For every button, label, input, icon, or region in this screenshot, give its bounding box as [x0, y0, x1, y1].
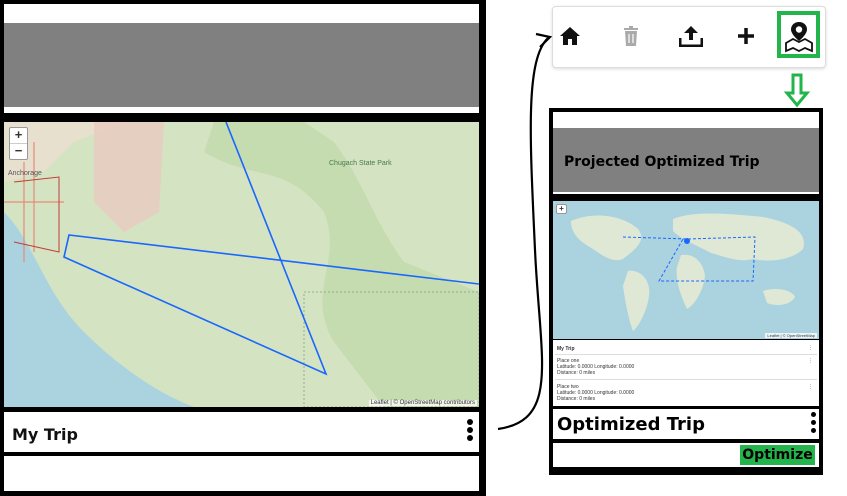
list-header-menu-icon[interactable]: ⋮ — [808, 345, 813, 351]
page-title: Projected Optimized Trip — [564, 154, 760, 170]
trip-list: My Trip ⋮ Place one Latitude: 0.0000 Lon… — [553, 340, 819, 406]
bottom-bar — [4, 456, 479, 491]
top-bar — [4, 4, 479, 113]
zoom-in-button[interactable]: + — [557, 205, 566, 213]
upload-icon — [679, 26, 703, 47]
map-attribution[interactable]: Leaflet | © OpenStreetMap — [765, 333, 817, 338]
world-map-tiles — [553, 201, 819, 339]
divider — [555, 354, 817, 355]
divider — [555, 379, 817, 380]
zoom-control: + − — [9, 127, 28, 160]
trip-title: Optimized Trip — [557, 414, 705, 435]
upload-button[interactable] — [674, 19, 708, 53]
list-header: My Trip — [557, 346, 575, 352]
add-button[interactable] — [729, 19, 763, 53]
optimized-trip-screen: Projected Optimized Trip + Leaflet | © O… — [549, 108, 823, 475]
header-bar: Projected Optimized Trip — [553, 128, 819, 192]
list-item-distance: Distance: 0 miles — [557, 370, 596, 376]
park-label: Chugach State Park — [329, 160, 392, 167]
curved-arrow — [497, 37, 549, 431]
more-options-icon[interactable] — [811, 412, 816, 435]
plus-icon — [738, 28, 754, 44]
zoom-in-button[interactable]: + — [10, 128, 27, 143]
list-item-menu-icon[interactable]: ⋮ — [808, 358, 813, 364]
map-tiles — [4, 122, 479, 407]
curved-arrow-head — [535, 32, 553, 48]
map-attribution[interactable]: Leaflet | © OpenStreetMap contributors — [368, 400, 477, 406]
trash-icon — [624, 26, 638, 46]
more-options-icon[interactable] — [467, 419, 473, 443]
trip-map[interactable]: Chugach State Park Anchorage + − Leaflet… — [4, 122, 479, 407]
home-icon — [560, 27, 580, 45]
list-item-distance: Distance: 0 miles — [557, 396, 596, 402]
list-item-menu-icon[interactable]: ⋮ — [808, 384, 813, 390]
city-label: Anchorage — [8, 170, 42, 177]
delete-button[interactable] — [614, 19, 648, 53]
top-bar: Projected Optimized Trip — [553, 112, 819, 194]
header-bar — [4, 23, 479, 107]
trip-bar: My Trip — [4, 412, 479, 452]
trip-bar: Optimized Trip — [553, 409, 819, 439]
home-button[interactable] — [553, 19, 587, 53]
original-trip-screen: Chugach State Park Anchorage + − Leaflet… — [0, 0, 486, 496]
world-map[interactable]: + Leaflet | © OpenStreetMap — [553, 201, 819, 339]
optimize-button[interactable]: Optimize — [740, 445, 815, 465]
down-arrow-icon — [783, 73, 811, 108]
bottom-bar: Optimize — [553, 443, 819, 467]
zoom-out-button[interactable]: − — [10, 143, 27, 159]
trip-title: My Trip — [12, 425, 78, 444]
zoom-control: + — [556, 204, 567, 214]
highlight-box — [777, 11, 820, 58]
